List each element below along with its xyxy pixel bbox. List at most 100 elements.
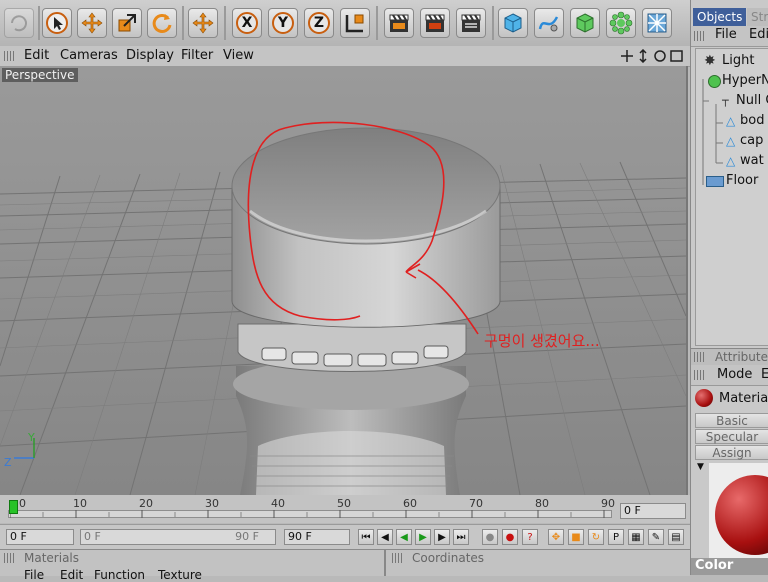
key-position-button[interactable]: ✥ <box>548 529 564 545</box>
key-pla-button[interactable]: ▦ <box>628 529 644 545</box>
add-array-button[interactable] <box>606 8 636 38</box>
parameter-icon: P <box>612 531 620 543</box>
menu-view[interactable]: View <box>223 48 254 63</box>
light-icon: ✸ <box>704 53 716 69</box>
range-slider[interactable]: 0 F 90 F <box>80 529 276 545</box>
go-to-end-button[interactable]: ⏭ <box>453 529 469 545</box>
material-preview <box>709 463 768 558</box>
menu-edit[interactable]: E <box>761 367 768 382</box>
timeline[interactable]: 0 10 20 30 40 50 60 70 80 90 0 F <box>0 495 690 523</box>
tab-basic[interactable]: Basic <box>695 413 768 428</box>
render-settings-button[interactable] <box>456 8 486 38</box>
hypernurbs-icon <box>708 75 721 88</box>
annotation-text: 구멍이 생겼어요... <box>484 332 600 350</box>
select-tool-button[interactable] <box>42 8 72 38</box>
perspective-viewport[interactable]: 구멍이 생겼어요... Y Z <box>0 66 688 495</box>
menu-file[interactable]: File <box>715 27 737 42</box>
prev-frame-button[interactable]: ◀ <box>377 529 393 545</box>
menu-texture[interactable]: Texture <box>158 568 202 582</box>
viewport-nav-icons[interactable] <box>620 49 684 63</box>
polygon-icon: △ <box>726 134 736 148</box>
cube-icon <box>504 13 522 33</box>
hypernurbs-icon <box>576 13 594 33</box>
add-cube-button[interactable] <box>498 8 528 38</box>
key-rotation-button[interactable]: ↻ <box>588 529 604 545</box>
z-axis-lock-button[interactable]: Z <box>304 8 334 38</box>
start-frame-field[interactable]: 0 F <box>6 529 74 545</box>
step-forward-icon: ▶ <box>438 531 446 543</box>
playhead[interactable] <box>9 500 18 514</box>
attributes-title: Attributes <box>715 350 768 364</box>
viewport-title: Perspective <box>2 68 78 82</box>
add-nurbs-button[interactable] <box>570 8 600 38</box>
move-tool-button[interactable] <box>77 8 107 38</box>
clapperboard-icon <box>461 14 481 32</box>
right-panel: Objects Stru File Edi ✸ Light HyperN ┬ N… <box>690 0 768 575</box>
end-frame-field[interactable]: 90 F <box>284 529 350 545</box>
menu-display[interactable]: Display <box>126 48 174 63</box>
play-backward-button[interactable]: ◀ <box>396 529 412 545</box>
cursor-icon <box>46 12 68 34</box>
toolbar-divider <box>38 6 40 40</box>
timeline-options-button[interactable]: ▤ <box>668 529 684 545</box>
rotate-icon: ↻ <box>591 531 601 543</box>
objects-menubar: File Edi <box>691 26 768 47</box>
coordinate-system-icon <box>345 14 364 33</box>
key-parameter-button[interactable]: P <box>608 529 624 545</box>
transport-bar: 0 F 0 F 90 F 90 F ⏮ ◀ ◀ ▶ ▶ ⏭ ● ● ? ✥ ■ … <box>0 524 690 549</box>
x-axis-icon: X <box>236 12 258 34</box>
tick-label: 50 <box>337 497 351 510</box>
scale-tool-button[interactable] <box>112 8 142 38</box>
tick-label: 70 <box>469 497 483 510</box>
scale-icon: ■ <box>571 531 581 543</box>
menu-edit[interactable]: Edi <box>749 27 768 42</box>
next-frame-button[interactable]: ▶ <box>434 529 450 545</box>
y-axis-lock-button[interactable]: Y <box>268 8 298 38</box>
grip-icon <box>4 553 14 563</box>
record-icon: ● <box>485 531 495 543</box>
polygon-icon: △ <box>726 114 736 128</box>
tab-structure[interactable]: Stru <box>747 8 768 26</box>
menu-function[interactable]: Function <box>94 568 145 582</box>
curve-icon: ✎ <box>651 531 661 543</box>
add-spline-button[interactable] <box>534 8 564 38</box>
color-section-header[interactable]: Color <box>691 558 768 575</box>
polygon-icon: △ <box>726 154 736 168</box>
auto-key-button[interactable]: ● <box>502 529 518 545</box>
play-button[interactable]: ▶ <box>415 529 431 545</box>
bottom-managers: Materials Coordinates File Edit Function… <box>0 549 690 582</box>
menu-edit[interactable]: Edit <box>24 48 49 63</box>
tab-objects[interactable]: Objects <box>693 8 747 26</box>
collapse-arrow-icon[interactable]: ▼ <box>697 462 704 472</box>
rotate-tool-button[interactable] <box>147 8 177 38</box>
material-label: Material <box>719 391 768 406</box>
viewport-menubar: Edit Cameras Display Filter View <box>0 46 690 67</box>
skip-end-icon: ⏭ <box>456 531 466 543</box>
tab-specular[interactable]: Specular <box>695 429 768 444</box>
deformer-icon <box>647 13 667 33</box>
play-back-icon: ◀ <box>400 531 408 543</box>
grid-icon: ▦ <box>631 531 641 543</box>
coordinate-system-button[interactable] <box>340 8 370 38</box>
menu-file[interactable]: File <box>24 568 44 582</box>
move-icon <box>192 12 214 34</box>
menu-cameras[interactable]: Cameras <box>60 48 118 63</box>
world-coordinate-button[interactable] <box>188 8 218 38</box>
tab-assign[interactable]: Assign <box>695 445 768 460</box>
tick-label: 10 <box>73 497 87 510</box>
undo-button[interactable] <box>4 8 34 38</box>
keyframe-help-button[interactable]: ? <box>522 529 538 545</box>
current-frame-field[interactable]: 0 F <box>620 503 686 519</box>
key-scale-button[interactable]: ■ <box>568 529 584 545</box>
skip-start-icon: ⏮ <box>361 531 371 543</box>
menu-filter[interactable]: Filter <box>181 48 213 63</box>
menu-mode[interactable]: Mode <box>717 367 752 382</box>
add-deformer-button[interactable] <box>642 8 672 38</box>
menu-edit[interactable]: Edit <box>60 568 83 582</box>
go-to-start-button[interactable]: ⏮ <box>358 529 374 545</box>
record-button[interactable]: ● <box>482 529 498 545</box>
interpolation-button[interactable]: ✎ <box>648 529 664 545</box>
render-view-button[interactable] <box>384 8 414 38</box>
render-picture-viewer-button[interactable] <box>420 8 450 38</box>
x-axis-lock-button[interactable]: X <box>232 8 262 38</box>
